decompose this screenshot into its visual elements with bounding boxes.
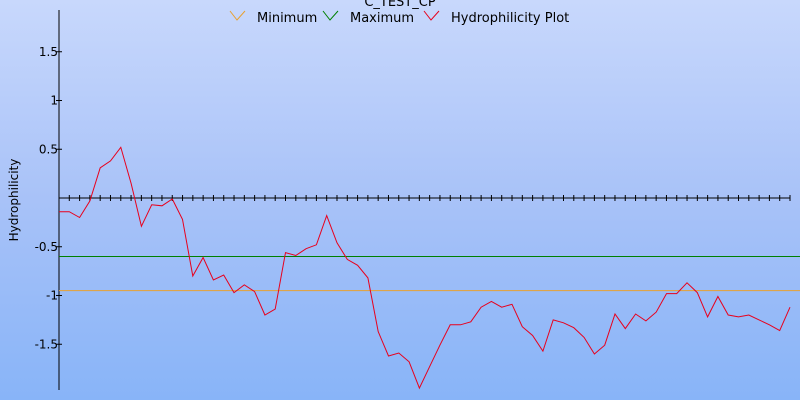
hydrophilicity-plot-line	[59, 146, 791, 390]
maximum-legend-label: Maximum	[350, 11, 414, 26]
maximum-legend-icon	[322, 10, 339, 21]
y-tick-label: -1	[46, 289, 58, 303]
chart-canvas: C_TEST_CP Hydrophilicity 1.5 1 0.5 -0.5 -1 -1…	[0, 0, 800, 400]
y-tick-label: -0.5	[35, 240, 58, 254]
y-tick-label: 0.5	[39, 142, 58, 156]
y-tick-label: 1.5	[39, 45, 58, 59]
chart-plot: 1.5 1 0.5 -0.5 -1 -1.5 Minimum Maximum Hydrophil…	[35, 10, 800, 390]
y-tick-label: -1.5	[35, 337, 58, 351]
minimum-legend-icon	[229, 10, 246, 21]
hydrophilicity-plot-legend-icon	[423, 10, 440, 21]
y-tick-label: 1	[50, 94, 58, 108]
hydrophilicity-plot-legend-label: Hydrophilicity Plot	[451, 11, 569, 26]
minimum-legend-label: Minimum	[257, 11, 317, 26]
